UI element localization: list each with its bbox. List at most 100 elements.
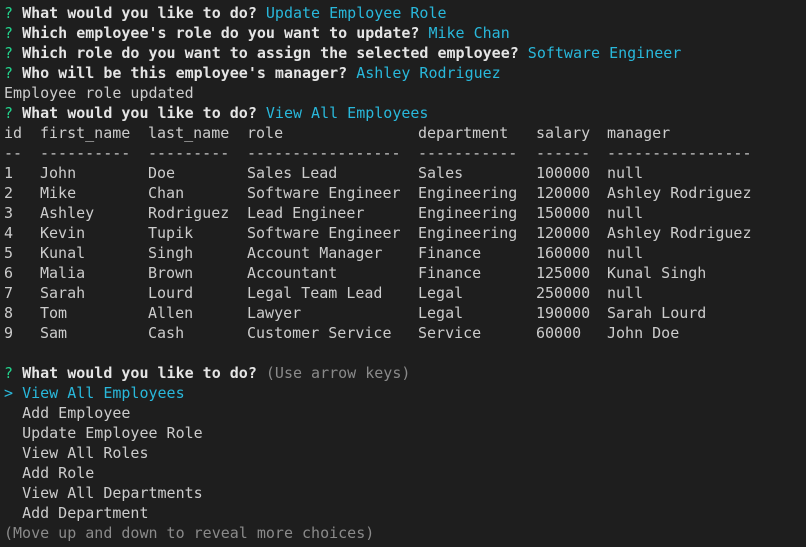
table-row: 8 Tom Allen Lawyer Legal 190000 Sarah Lourd	[4, 303, 767, 323]
prompt-answer: Ashley Rodriguez	[356, 64, 501, 82]
prompt-question: Which employee's role do you want to upd…	[22, 24, 420, 42]
cell-salary: 150000	[536, 204, 591, 222]
cell-id: 8	[4, 304, 14, 322]
table-row: 5 Kunal Singh Account Manager Finance 160000 n…	[4, 243, 767, 263]
cell-salary: 60000	[536, 324, 582, 342]
table-header-row: id first_name last_name role department …	[4, 123, 767, 143]
cell-id: 3	[4, 204, 14, 222]
menu-choice-label: Update Employee Role	[22, 424, 203, 442]
prompt-question-icon: ?	[4, 64, 14, 82]
cell-department: Service	[418, 324, 482, 342]
cell-manager: Ashley Rodriguez	[607, 184, 752, 202]
menu-choice[interactable]: Add Department	[4, 503, 806, 523]
status-message: Employee role updated	[4, 84, 194, 102]
cell-last-name: Brown	[148, 264, 194, 282]
cell-first-name: Malia	[40, 264, 86, 282]
table-row: 7 Sarah Lourd Legal Team Lead Legal 250000 nul…	[4, 283, 767, 303]
history-line-4: ? Who will be this employee's manager? A…	[4, 63, 806, 83]
separator-cell: ------	[536, 144, 591, 162]
prompt-question-icon: ?	[4, 4, 14, 22]
cell-last-name: Allen	[148, 304, 194, 322]
table-row: 2 Mike Chan Software Engineer Engineering 120…	[4, 183, 767, 203]
table-row: 6 Malia Brown Accountant Finance 125000 Kunal …	[4, 263, 767, 283]
menu-choice[interactable]: Add Role	[4, 463, 806, 483]
table-row: 1 John Doe Sales Lead Sales 100000 null	[4, 163, 767, 183]
cell-first-name: Sarah	[40, 284, 86, 302]
cell-department: Sales	[418, 164, 464, 182]
cell-salary: 160000	[536, 244, 591, 262]
cell-role: Software Engineer	[247, 224, 401, 242]
prompt-question: What would you like to do?	[22, 104, 257, 122]
header-department: department	[418, 124, 509, 142]
cell-role: Lead Engineer	[247, 204, 365, 222]
cell-salary: 120000	[536, 224, 591, 242]
separator-cell: ----------------	[607, 144, 752, 162]
table-row: 3 Ashley Rodriguez Lead Engineer Engineering…	[4, 203, 767, 223]
menu-choice-label: Add Employee	[22, 404, 131, 422]
header-salary: salary	[536, 124, 591, 142]
prompt-hint: (Use arrow keys)	[265, 364, 411, 382]
cell-first-name: Sam	[40, 324, 68, 342]
menu-choice[interactable]: > View All Employees	[4, 383, 806, 403]
header-manager: manager	[607, 124, 671, 142]
cell-department: Engineering	[418, 184, 518, 202]
history-line-3: ? Which role do you want to assign the s…	[4, 43, 806, 63]
menu-choice-label: View All Departments	[22, 484, 203, 502]
selection-pointer-icon: >	[4, 384, 14, 402]
prompt-answer: Software Engineer	[527, 44, 682, 62]
terminal-window[interactable]: ? What would you like to do? Update Empl…	[0, 0, 806, 547]
cell-role: Account Manager	[247, 244, 383, 262]
cell-manager: null	[607, 204, 644, 222]
cell-first-name: John	[40, 164, 77, 182]
cell-last-name: Cash	[148, 324, 185, 342]
header-first-name: first_name	[40, 124, 131, 142]
history-line-2: ? Which employee's role do you want to u…	[4, 23, 806, 43]
prompt-answer: View All Employees	[265, 104, 429, 122]
menu-choice-label: Add Role	[22, 464, 95, 482]
prompt-question: Which role do you want to assign the sel…	[22, 44, 519, 62]
cell-first-name: Ashley	[40, 204, 95, 222]
cell-role: Legal Team Lead	[247, 284, 383, 302]
prompt-question-icon: ?	[4, 24, 14, 42]
history-line-1: ? What would you like to do? Update Empl…	[4, 3, 806, 23]
cell-last-name: Singh	[148, 244, 194, 262]
cell-manager: John Doe	[607, 324, 680, 342]
cell-last-name: Lourd	[148, 284, 194, 302]
prompt-question: What would you like to do?	[22, 364, 257, 382]
cell-id: 9	[4, 324, 14, 342]
table-row: 4 Kevin Tupik Software Engineer Engineering 1…	[4, 223, 767, 243]
cell-last-name: Chan	[148, 184, 185, 202]
prompt-question-icon: ?	[4, 104, 14, 122]
cell-id: 1	[4, 164, 14, 182]
cell-manager: Ashley Rodriguez	[607, 224, 752, 242]
cell-id: 2	[4, 184, 14, 202]
header-role: role	[247, 124, 284, 142]
table-row: 9 Sam Cash Customer Service Service 60000 John…	[4, 323, 767, 343]
cell-first-name: Tom	[40, 304, 68, 322]
menu-choices: > View All Employees Add Employee Update…	[4, 383, 806, 523]
menu-choice[interactable]: View All Departments	[4, 483, 806, 503]
menu-prompt: ? What would you like to do? (Use arrow …	[4, 363, 806, 383]
cell-last-name: Rodriguez	[148, 204, 230, 222]
cell-manager: null	[607, 244, 644, 262]
cell-department: Legal	[418, 304, 464, 322]
separator-cell: --	[4, 144, 23, 162]
menu-choice-label: Add Department	[22, 504, 149, 522]
cell-department: Legal	[418, 284, 464, 302]
cell-id: 4	[4, 224, 14, 242]
cell-salary: 100000	[536, 164, 591, 182]
menu-footer-hint: (Move up and down to reveal more choices…	[4, 524, 375, 542]
cell-department: Engineering	[418, 204, 518, 222]
cell-role: Accountant	[247, 264, 338, 282]
separator-cell: ---------	[148, 144, 230, 162]
prompt-question-icon: ?	[4, 364, 14, 382]
separator-cell: -----------------	[247, 144, 401, 162]
table-separator-row: -- ---------- --------- ----------------…	[4, 143, 767, 163]
cell-salary: 120000	[536, 184, 591, 202]
menu-choice[interactable]: View All Roles	[4, 443, 806, 463]
menu-choice[interactable]: Add Employee	[4, 403, 806, 423]
menu-choice[interactable]: Update Employee Role	[4, 423, 806, 443]
cell-salary: 125000	[536, 264, 591, 282]
cell-department: Finance	[418, 244, 482, 262]
